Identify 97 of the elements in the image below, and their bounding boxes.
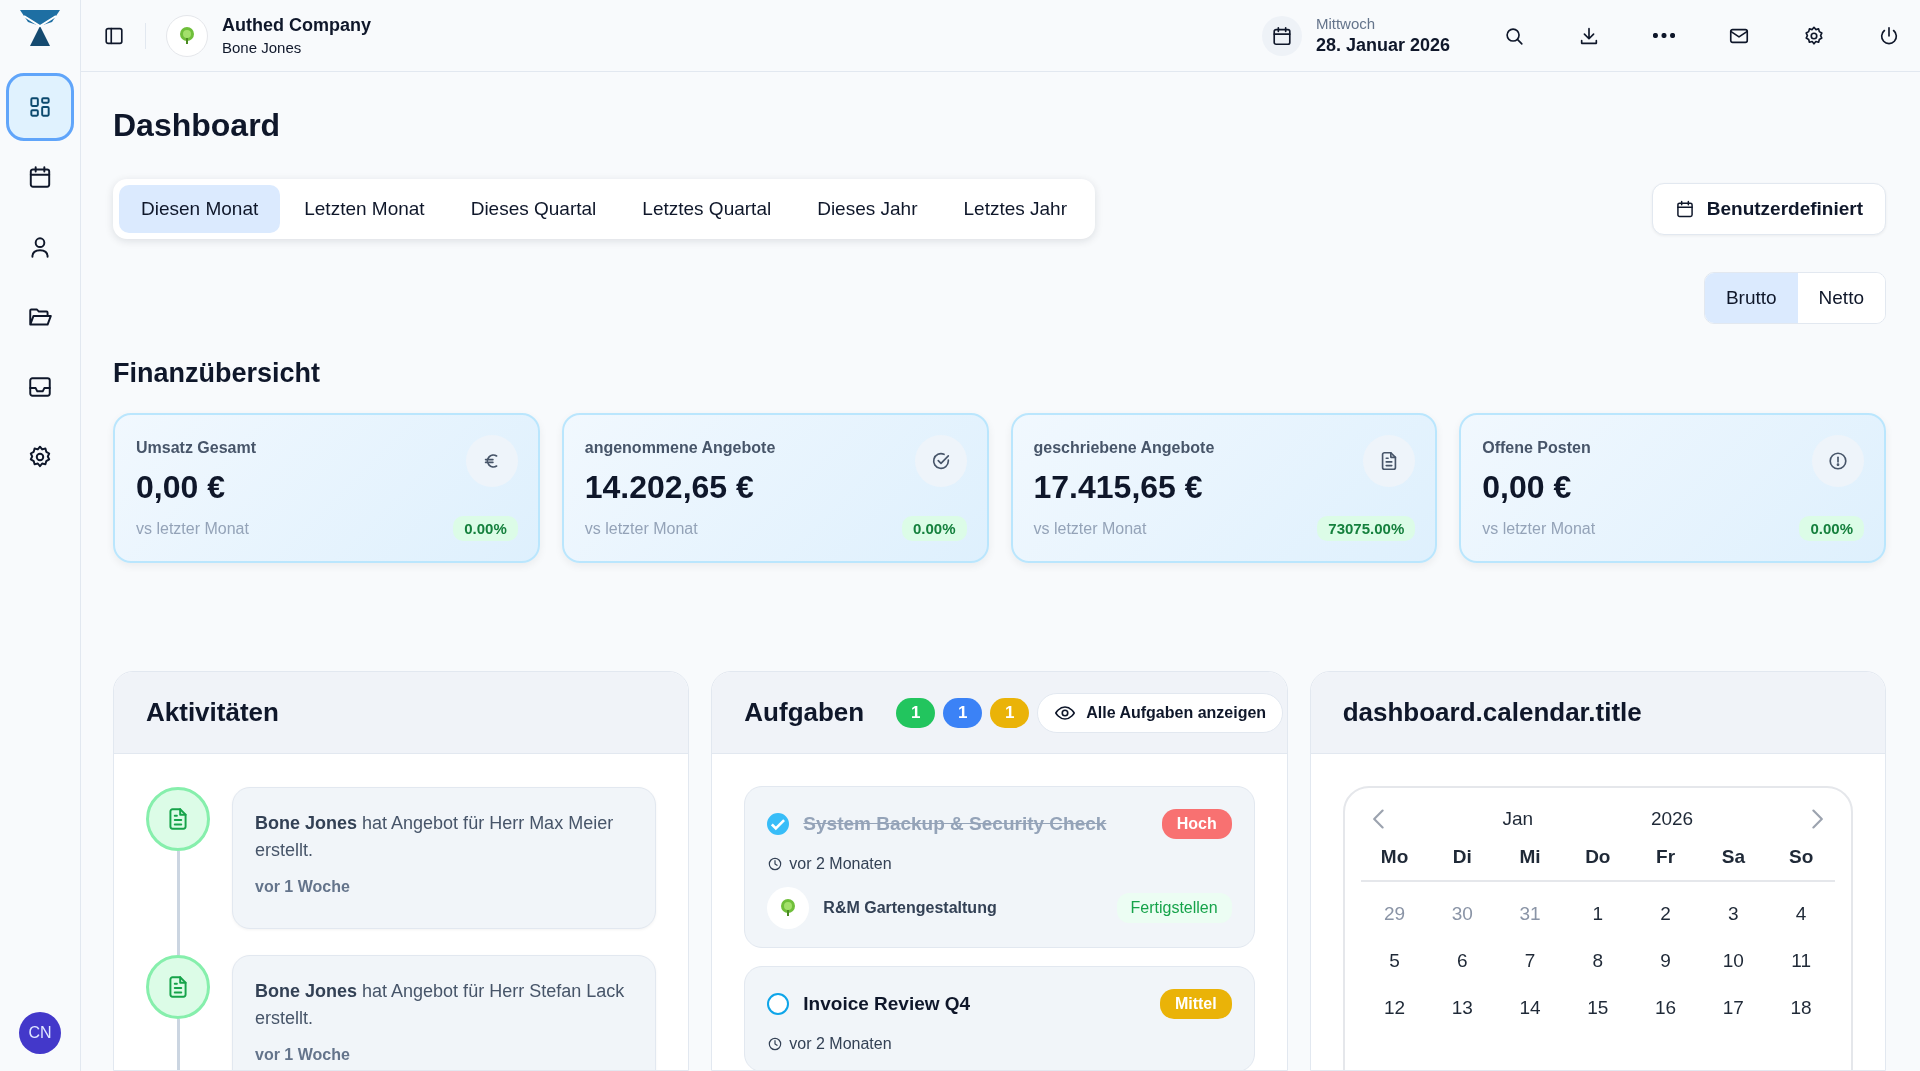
task-time: vor 2 Monaten (789, 1035, 892, 1054)
count-badge: 1 (943, 697, 983, 728)
weekday-label: Di (1451, 846, 1473, 869)
logout-button[interactable] (1878, 24, 1900, 47)
page-title: Dashboard (113, 108, 282, 144)
period-tab[interactable]: Letztes Quartal (620, 185, 794, 234)
inbox-icon (27, 374, 53, 400)
calendar-day[interactable]: 11 (1781, 946, 1822, 977)
calendar-day[interactable]: 18 (1781, 993, 1822, 1024)
activity-time: vor 1 Woche (255, 1046, 351, 1065)
tax-toggle-option[interactable]: Brutto (1704, 273, 1798, 324)
section-title: Finanzübersicht (113, 358, 322, 390)
calendar-icon (1674, 199, 1695, 220)
count-badge: 1 (990, 697, 1030, 728)
change-badge: 0.00% (1799, 516, 1864, 542)
client-name: R&M Gartengestaltung (823, 899, 998, 918)
stat-value: 14.202,65 € (584, 469, 755, 507)
power-icon (1878, 24, 1900, 47)
calendar-day[interactable]: 5 (1374, 946, 1415, 977)
task-title: System Backup & Security Check (803, 813, 1108, 836)
calendar-day[interactable]: 8 (1577, 946, 1618, 977)
custom-range-button[interactable]: Benutzerdefiniert (1651, 183, 1886, 236)
priority-badge: Hoch (1161, 809, 1232, 840)
settings-button[interactable] (1803, 24, 1825, 47)
weekday-label: So (1787, 846, 1815, 869)
chevron-left-icon (1372, 809, 1385, 830)
user-avatar[interactable]: CN (19, 1012, 61, 1054)
check-icon (771, 817, 786, 832)
calendar-day[interactable]: 4 (1781, 899, 1822, 930)
calendar-day[interactable]: 12 (1374, 993, 1415, 1024)
period-tab[interactable]: Letzten Monat (282, 185, 447, 234)
date-label: 28. Januar 2026 (1315, 35, 1450, 56)
clock-icon (767, 856, 784, 873)
stat-label: geschriebene Angebote (1033, 439, 1215, 458)
company-name: Authed Company (222, 15, 371, 36)
calendar-day[interactable]: 15 (1577, 993, 1618, 1024)
change-badge: 0.00% (453, 516, 518, 542)
task-title: Invoice Review Q4 (803, 993, 972, 1016)
period-tab[interactable]: Dieses Quartal (448, 185, 619, 234)
calendar-day[interactable]: 1 (1577, 899, 1618, 930)
month-label[interactable]: Jan (1502, 808, 1534, 831)
settings-icon (27, 444, 53, 470)
dashboard-icon (27, 94, 53, 120)
activity-text: Bone Jones hat Angebot für Herr Stefan Lack erstellt. (255, 980, 626, 1031)
task-time: vor 2 Monaten (789, 855, 892, 874)
stat-value: 0,00 € (136, 469, 226, 507)
calendar-day[interactable]: 13 (1442, 993, 1483, 1024)
more-icon (1653, 32, 1675, 38)
sidebar-nav-item[interactable] (6, 73, 74, 141)
calendar-day[interactable]: 9 (1645, 946, 1686, 977)
stat-label: Offene Posten (1482, 439, 1591, 458)
weekday-label: Do (1584, 846, 1612, 869)
year-label[interactable]: 2026 (1650, 808, 1694, 831)
priority-badge: Mittel (1159, 989, 1232, 1020)
period-tab[interactable]: Diesen Monat (119, 185, 281, 234)
weekday-label: Fr (1655, 846, 1677, 869)
comparison-label: vs letzter Monat (136, 519, 249, 538)
clock-icon (767, 1036, 784, 1053)
calendar-icon (27, 164, 53, 190)
stat-value: 0,00 € (1482, 469, 1573, 507)
weekday-label: Mo (1379, 846, 1410, 869)
panel-title: Aktivitäten (146, 697, 279, 729)
logo-icon[interactable] (18, 8, 62, 48)
weekday-label: Mittwoch (1315, 15, 1377, 32)
calendar-day[interactable]: 2 (1645, 899, 1686, 930)
comparison-label: vs letzter Monat (1033, 519, 1147, 538)
stat-value: 17.415,65 € (1033, 469, 1204, 507)
calendar-day[interactable]: 7 (1510, 946, 1551, 977)
show-all-tasks-button[interactable]: Alle Aufgaben anzeigen (1037, 692, 1284, 733)
task-checkbox[interactable] (767, 993, 790, 1016)
calendar-day[interactable]: 6 (1442, 946, 1483, 977)
count-badge: 1 (896, 697, 936, 728)
panel-title: Aufgaben (744, 697, 865, 729)
weekday-label: Sa (1720, 846, 1746, 869)
stat-label: angenommene Angebote (584, 439, 776, 458)
chevron-right-icon (1810, 809, 1823, 830)
settings-icon (1803, 24, 1825, 47)
panel-title: dashboard.calendar.title (1342, 697, 1642, 729)
activity-time: vor 1 Woche (255, 878, 351, 897)
alert-circle-icon (1827, 450, 1849, 473)
user-name: Bone Jones (222, 39, 303, 56)
change-badge: 0.00% (901, 516, 967, 542)
weekday-label: Mi (1518, 846, 1542, 869)
comparison-label: vs letzter Monat (1482, 519, 1596, 538)
period-tab[interactable]: Letztes Jahr (941, 185, 1089, 234)
calendar-day[interactable]: 17 (1713, 993, 1754, 1024)
task-checkbox[interactable] (767, 813, 790, 836)
calendar-day[interactable]: 3 (1713, 899, 1754, 930)
activity-text: Bone Jones hat Angebot für Herr Max Meier erstellt. (255, 812, 615, 863)
calendar-day[interactable]: 10 (1713, 946, 1754, 977)
stat-label: Umsatz Gesamt (136, 439, 257, 458)
calendar-day[interactable]: 14 (1510, 993, 1551, 1024)
calendar-icon (1270, 24, 1293, 47)
period-tab[interactable]: Dieses Jahr (795, 185, 940, 234)
calendar-day[interactable]: 16 (1645, 993, 1686, 1024)
comparison-label: vs letzter Monat (584, 519, 698, 538)
change-badge: 73075.00% (1317, 516, 1416, 542)
